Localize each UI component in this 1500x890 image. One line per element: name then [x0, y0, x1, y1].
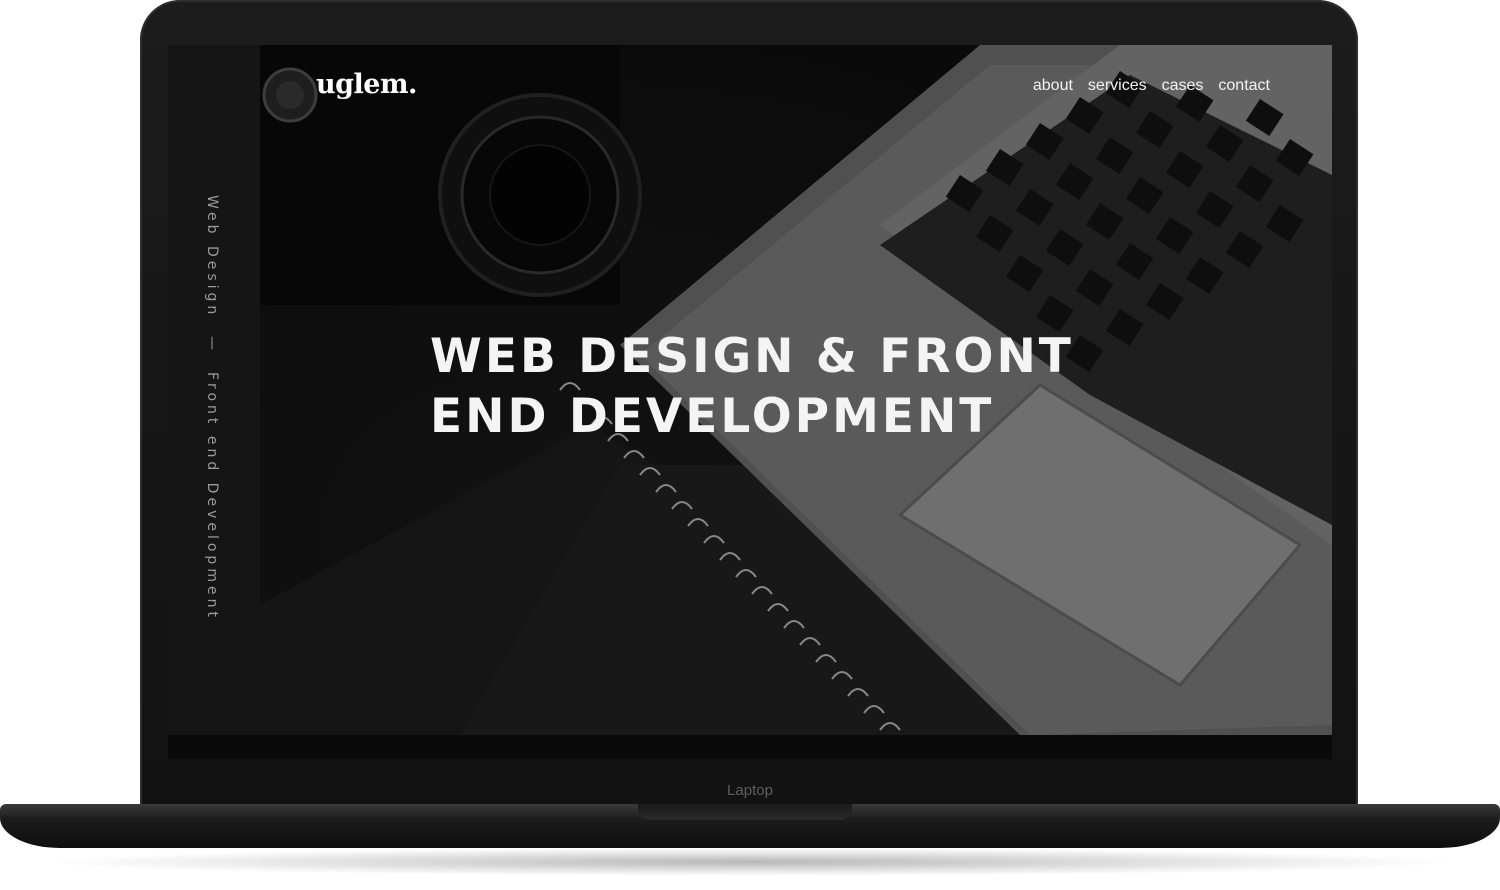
site-logo[interactable]: uglem.	[316, 69, 417, 100]
vertical-tagline: Web Design — Front end Development	[192, 195, 232, 621]
laptop-hinge-notch	[638, 804, 852, 820]
laptop-shadow	[40, 848, 1460, 876]
nav-link-cases[interactable]: cases	[1162, 77, 1204, 95]
tagline-part-1: Web Design	[204, 195, 220, 319]
site-sidebar: Web Design — Front end Development	[168, 45, 260, 735]
nav-link-about[interactable]: about	[1033, 77, 1073, 95]
tagline-separator: —	[204, 336, 220, 355]
hero-section: uglem. about services cases contact WEB …	[260, 45, 1332, 735]
device-label: Laptop	[727, 782, 773, 799]
main-nav: about services cases contact	[1033, 77, 1270, 95]
tagline-part-2: Front end Development	[204, 372, 220, 622]
laptop-screen: Web Design — Front end Development uglem…	[168, 45, 1332, 759]
device-mockup: Web Design — Front end Development uglem…	[0, 0, 1500, 890]
nav-link-services[interactable]: services	[1088, 77, 1147, 95]
screen-bottom-bezel	[168, 735, 1332, 759]
hero-title: WEB DESIGN & FRONT END DEVELOPMENT	[430, 329, 1074, 444]
nav-link-contact[interactable]: contact	[1218, 77, 1270, 95]
